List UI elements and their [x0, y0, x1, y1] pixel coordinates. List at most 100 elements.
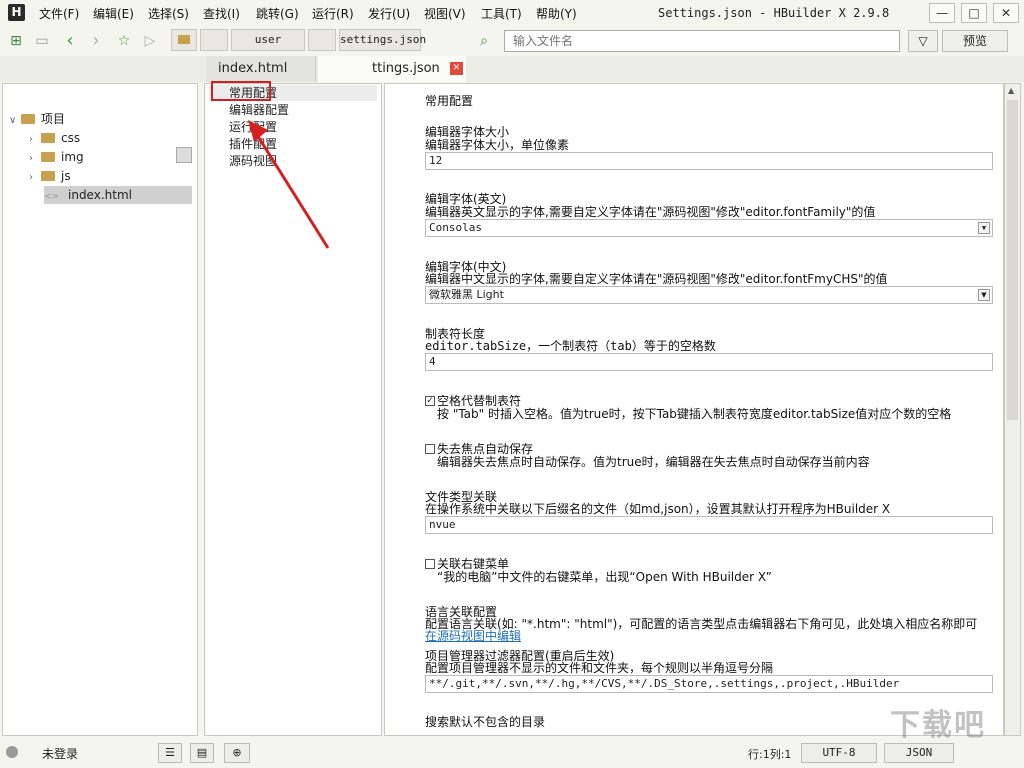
tab-size-desc: editor.tabSize，一个制表符（tab）等于的空格数 — [425, 339, 716, 353]
project-explorer: ∨ 项目 › css › img › js <> index.html — [2, 83, 198, 736]
back-icon[interactable]: ‹ — [60, 31, 80, 51]
encoding-button[interactable]: UTF-8 — [801, 743, 877, 763]
context-menu-desc: “我的电脑”中文件的右键菜单，出现“Open With HBuilder X” — [437, 570, 772, 584]
filter-input[interactable]: **/.git,**/.svn,**/.hg,**/CVS,**/.DS_Sto… — [425, 675, 993, 693]
tree-item-label: js — [61, 169, 71, 183]
font-cn-value: 微软雅黑 Light — [429, 288, 504, 301]
font-en-desc: 编辑器英文显示的字体,需要自定义字体请在"源码视图"修改"editor.font… — [425, 205, 876, 219]
scroll-thumb[interactable] — [1007, 100, 1018, 420]
status-bar: 未登录 ☰ ▤ ⊕ 行:1列:1 UTF-8 JSON — [0, 738, 1024, 768]
auto-save-checkbox[interactable] — [425, 444, 435, 454]
tree-root-label: 项目 — [41, 112, 66, 126]
filter-desc: 配置项目管理器不显示的文件和文件夹，每个规则以半角逗号分隔 — [425, 661, 774, 675]
forward-icon[interactable]: › — [86, 31, 106, 51]
save-icon[interactable]: ▭ — [32, 31, 52, 51]
toolbar-blank-tab[interactable] — [200, 29, 228, 51]
menu-find[interactable]: 查找(I) — [203, 5, 240, 22]
star-icon[interactable]: ☆ — [114, 31, 134, 51]
list-icon[interactable]: ☰ — [158, 743, 182, 763]
annotation-arrow — [248, 120, 330, 249]
html-file-icon: <> — [44, 192, 60, 202]
preview-button[interactable]: 预览 — [942, 30, 1008, 52]
new-file-icon[interactable]: ⊞ — [6, 31, 26, 51]
close-tab-icon[interactable]: ✕ — [449, 62, 463, 75]
insert-spaces-desc: 按 "Tab" 时插入空格。值为true时，按下Tab键插入制表符宽度edito… — [437, 407, 952, 421]
edit-in-source-link[interactable]: 在源码视图中编辑 — [425, 629, 521, 643]
chevron-right-icon[interactable]: › — [29, 169, 41, 187]
context-menu-checkbox[interactable] — [425, 559, 435, 569]
font-size-title: 编辑器字体大小 — [425, 125, 510, 139]
tree-item-label: css — [61, 131, 81, 145]
tree-item-label: index.html — [68, 188, 132, 202]
auto-save-desc: 编辑器失去焦点时自动保存。值为true时，编辑器在失去焦点时自动保存当前内容 — [437, 455, 870, 469]
tab-settings-json[interactable]: ttings.json ✕ — [318, 56, 466, 82]
file-search-input[interactable] — [504, 30, 900, 52]
folder-icon — [41, 132, 55, 143]
login-status[interactable]: 未登录 — [42, 745, 78, 762]
tab-label: index.html — [218, 61, 288, 76]
watermark: 下载吧 — [890, 708, 986, 743]
font-cn-select[interactable]: 微软雅黑 Light ▼ — [425, 286, 993, 304]
tree-item-css[interactable]: › css — [29, 129, 80, 147]
folder-icon — [178, 35, 190, 44]
close-window-button[interactable]: ✕ — [993, 3, 1019, 23]
menu-help[interactable]: 帮助(Y) — [536, 5, 577, 22]
tree-root-project[interactable]: ∨ 项目 — [9, 110, 65, 128]
menu-goto[interactable]: 跳转(G) — [256, 5, 299, 22]
folder-icon — [21, 113, 35, 124]
folder-icon — [41, 170, 55, 181]
collapse-toggle[interactable] — [176, 147, 192, 163]
chevron-right-icon[interactable]: › — [29, 150, 41, 168]
maximize-button[interactable]: □ — [961, 3, 987, 23]
folder-tab[interactable] — [171, 29, 197, 51]
menu-select[interactable]: 选择(S) — [148, 5, 189, 22]
tree-item-img[interactable]: › img — [29, 148, 84, 166]
globe-icon[interactable]: ⊕ — [224, 743, 250, 763]
tab-size-input[interactable]: 4 — [425, 353, 993, 371]
locate-file-icon[interactable]: ⌕ — [474, 31, 494, 51]
toolbar-blank-tab-2[interactable] — [308, 29, 336, 51]
chevron-down-icon: ▼ — [978, 289, 990, 301]
breadcrumb-user[interactable]: user — [231, 29, 305, 51]
filter-button[interactable]: ▽ — [908, 30, 938, 52]
content-scrollbar[interactable]: ▲ — [1004, 83, 1021, 736]
user-avatar-icon[interactable] — [6, 746, 18, 758]
font-en-select[interactable]: Consolas ▼ — [425, 219, 993, 237]
tree-item-label: img — [61, 150, 84, 164]
context-menu-title: 关联右键菜单 — [437, 557, 510, 571]
insert-spaces-checkbox[interactable]: ✓ — [425, 396, 435, 406]
breadcrumb-settings-json[interactable]: settings.json — [339, 29, 426, 51]
font-en-title: 编辑字体(英文) — [425, 192, 507, 206]
chevron-right-icon[interactable]: › — [29, 131, 41, 149]
font-size-input[interactable]: 12 — [425, 152, 993, 170]
chevron-down-icon[interactable]: ∨ — [9, 112, 21, 130]
chevron-down-icon: ▼ — [978, 222, 990, 234]
filter-icon: ▽ — [918, 34, 928, 48]
window-title: Settings.json - HBuilder X 2.9.8 — [658, 6, 890, 20]
section-title: 常用配置 — [425, 94, 474, 108]
menu-publish[interactable]: 发行(U) — [368, 5, 410, 22]
language-button[interactable]: JSON — [884, 743, 954, 763]
tree-item-js[interactable]: › js — [29, 167, 71, 185]
font-size-desc: 编辑器字体大小，单位像素 — [425, 138, 570, 152]
insert-spaces-title: 空格代替制表符 — [437, 394, 522, 408]
tree-item-index-html[interactable]: <> index.html — [44, 186, 192, 204]
tab-index-html[interactable]: index.html — [206, 56, 316, 82]
file-assoc-desc: 在操作系统中关联以下后缀名的文件（如md,json），设置其默认打开程序为HBu… — [425, 502, 891, 516]
run-icon[interactable]: ▷ — [140, 31, 160, 51]
cut-off-title: 搜索默认不包含的目录 — [425, 715, 546, 729]
menu-view[interactable]: 视图(V) — [424, 5, 466, 22]
scroll-up-icon[interactable]: ▲ — [1008, 86, 1014, 95]
font-cn-desc: 编辑器中文显示的字体,需要自定义字体请在"源码视图"修改"editor.font… — [425, 272, 888, 286]
auto-save-title: 失去焦点自动保存 — [437, 442, 534, 456]
minimize-button[interactable]: — — [929, 3, 955, 23]
menu-bar: H 文件(F) 编辑(E) 选择(S) 查找(I) 跳转(G) 运行(R) 发行… — [0, 0, 1024, 26]
terminal-icon[interactable]: ▤ — [190, 743, 214, 763]
menu-run[interactable]: 运行(R) — [312, 5, 354, 22]
font-en-value: Consolas — [429, 221, 482, 234]
menu-edit[interactable]: 编辑(E) — [93, 5, 134, 22]
menu-tools[interactable]: 工具(T) — [481, 5, 522, 22]
menu-file[interactable]: 文件(F) — [39, 5, 79, 22]
cursor-position[interactable]: 行:1列:1 — [748, 746, 791, 762]
file-assoc-input[interactable]: nvue — [425, 516, 993, 534]
